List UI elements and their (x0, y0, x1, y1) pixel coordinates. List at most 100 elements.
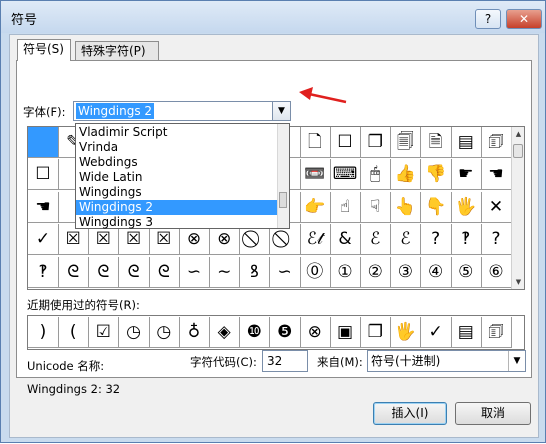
symbol-cell[interactable]: 🖱 (360, 159, 392, 191)
recent-symbol-cell[interactable]: ( (58, 317, 90, 348)
symbol-cell[interactable]: ⑥ (481, 256, 512, 288)
recent-symbols-label: 近期使用过的符号(R): (27, 298, 140, 312)
symbol-cell[interactable]: ∼ (209, 256, 241, 288)
symbol-cell[interactable]: ∽ (179, 256, 210, 288)
symbol-cell[interactable]: ☚ (481, 159, 512, 191)
font-dropdown-item[interactable]: Vrinda (76, 140, 278, 155)
scroll-down-icon[interactable]: ▼ (512, 275, 524, 289)
symbol-cell[interactable]: 🗐 (390, 127, 422, 158)
symbol-cell[interactable]: ☛ (450, 159, 482, 191)
from-select[interactable]: 符号(十进制) ▼ (367, 350, 526, 372)
symbol-cell[interactable]: ① (330, 256, 361, 288)
symbol-cell[interactable] (28, 127, 59, 158)
font-label: 字体(F): (23, 105, 66, 119)
symbol-cell[interactable]: ✕ (481, 191, 512, 223)
symbol-cell[interactable]: ❐ (360, 127, 392, 158)
symbol-cell[interactable]: 👎 (420, 159, 452, 191)
font-dropdown-list[interactable]: Vladimir Script Vrinda Webdings Wide Latin W… (75, 123, 290, 229)
symbol-cell[interactable]: 👆 (390, 191, 422, 223)
recent-symbol-cell[interactable]: ◷ (148, 317, 180, 348)
symbol-cell[interactable]: 👉 (299, 191, 331, 223)
symbol-cell[interactable]: ✓ (28, 224, 59, 256)
symbol-cell[interactable]: ‽ (28, 256, 59, 288)
symbol-cell[interactable]: ∽ (269, 256, 301, 288)
font-dropdown-item[interactable]: Wingdings 3 (76, 215, 278, 230)
unicode-name-label: Unicode 名称: (27, 359, 105, 373)
symbol-cell[interactable]: 👇 (420, 191, 452, 223)
font-dropdown-item[interactable]: Wingdings 2 (76, 200, 278, 215)
symbols-tab-panel: 字体(F): Wingdings 2 ▼ ✎ 🗋 ☐ ❐ 🗐 🗎 ▤ 🗊 ☐ 📼 ⌨ 🖱 👍 👎 ☛ ☚ ☚ 👉 ☝… (16, 60, 532, 396)
symbol-cell[interactable]: ② (360, 256, 392, 288)
recent-symbol-cell[interactable]: ◈ (209, 317, 241, 348)
recent-symbol-cell[interactable]: ◷ (118, 317, 150, 348)
help-button[interactable]: ? (475, 9, 501, 29)
tab-special-characters[interactable]: 特殊字符(P) (75, 41, 159, 61)
symbol-dialog: 符号 ? ✕ 符号(S) 特殊字符(P) 字体(F): Wingdings 2 … (0, 0, 546, 443)
recent-symbol-cell[interactable]: ✓ (420, 317, 452, 348)
symbol-cell[interactable]: ᘓ (88, 256, 120, 288)
recent-symbol-cell[interactable]: 🖐 (390, 317, 422, 348)
symbol-cell[interactable]: ᘓ (118, 256, 150, 288)
recent-symbol-cell[interactable]: ▤ (450, 317, 482, 348)
recent-symbol-cell[interactable]: 🗊 (481, 317, 512, 348)
symbol-cell[interactable]: ☚ (28, 191, 59, 223)
symbol-cell[interactable]: ? (420, 224, 452, 256)
symbol-cell[interactable]: ④ (420, 256, 452, 288)
font-dropdown-item[interactable]: Webdings (76, 155, 278, 170)
font-dropdown-scrollbar[interactable] (277, 124, 289, 228)
symbol-cell[interactable]: ▤ (450, 127, 482, 158)
symbol-cell[interactable]: ℰ (390, 224, 422, 256)
recent-symbol-cell[interactable]: ❿ (239, 317, 271, 348)
symbol-cell[interactable]: ℰ𝓉 (299, 224, 331, 256)
recent-symbol-cell[interactable]: ) (28, 317, 59, 348)
symbol-cell[interactable]: ⓪ (299, 256, 331, 288)
chevron-down-icon[interactable]: ▼ (272, 102, 290, 120)
symbol-cell[interactable]: ᘓ (148, 256, 180, 288)
recent-symbol-cell[interactable]: ☑ (88, 317, 120, 348)
symbol-cell[interactable]: 📼 (299, 159, 331, 191)
symbol-cell[interactable]: ꝸ (239, 256, 271, 288)
symbol-cell[interactable]: 🗋 (299, 127, 331, 158)
cancel-button[interactable]: 取消 (455, 402, 531, 425)
font-select-value: Wingdings 2 (76, 103, 155, 119)
chevron-down-icon[interactable]: ▼ (508, 351, 525, 371)
symbol-cell[interactable]: ⌨ (330, 159, 361, 191)
symbol-cell[interactable]: ☝ (330, 191, 361, 223)
unicode-name-value: Wingdings 2: 32 (27, 382, 121, 396)
font-dropdown-item[interactable]: Wingdings (76, 185, 278, 200)
close-button[interactable]: ✕ (506, 9, 542, 29)
symbol-cell[interactable]: ℰ (360, 224, 392, 256)
title-bar[interactable]: 符号 ? ✕ (1, 1, 545, 33)
recent-symbol-cell[interactable]: ♁ (179, 317, 210, 348)
scrollbar-thumb[interactable] (513, 144, 523, 158)
symbol-cell[interactable]: ⑤ (450, 256, 482, 288)
recent-symbol-cell[interactable]: ❐ (360, 317, 392, 348)
insert-button[interactable]: 插入(I) (373, 402, 447, 425)
symbol-cell[interactable]: ᘓ (58, 256, 90, 288)
font-select[interactable]: Wingdings 2 ▼ (73, 101, 291, 121)
recent-symbol-cell[interactable]: ⊗ (299, 317, 331, 348)
dialog-client-area: 符号(S) 特殊字符(P) 字体(F): Wingdings 2 ▼ ✎ 🗋 ☐ ❐ 🗐… (9, 34, 539, 438)
font-dropdown-item[interactable]: Vladimir Script (76, 125, 278, 140)
tab-symbols[interactable]: 符号(S) (17, 39, 71, 61)
symbol-cell[interactable]: ☐ (28, 159, 59, 191)
symbol-cell[interactable]: ☐ (330, 127, 361, 158)
symbol-cell[interactable]: 👍 (390, 159, 422, 191)
from-label: 来自(M): (317, 355, 363, 369)
symbol-cell[interactable]: & (330, 224, 361, 256)
recent-symbol-cell[interactable]: ▣ (330, 317, 361, 348)
font-dropdown-item[interactable]: Wide Latin (76, 170, 278, 185)
recent-symbol-cell[interactable]: ❺ (269, 317, 301, 348)
symbol-cell[interactable]: ‽ (450, 224, 482, 256)
symbol-cell[interactable]: ☟ (360, 191, 392, 223)
symbol-cell[interactable]: 🖐 (450, 191, 482, 223)
scroll-up-icon[interactable]: ▲ (512, 127, 524, 141)
symbol-cell[interactable]: 🗊 (481, 127, 512, 158)
symbol-cell[interactable]: 🗎 (420, 127, 452, 158)
char-code-input[interactable]: 32 (262, 350, 308, 372)
symbol-grid-scrollbar[interactable]: ▲ ▼ (511, 127, 524, 289)
dialog-title: 符号 (11, 13, 38, 28)
symbol-cell[interactable]: ? (481, 224, 512, 256)
symbol-cell[interactable]: ③ (390, 256, 422, 288)
scrollbar-thumb[interactable] (279, 192, 287, 208)
